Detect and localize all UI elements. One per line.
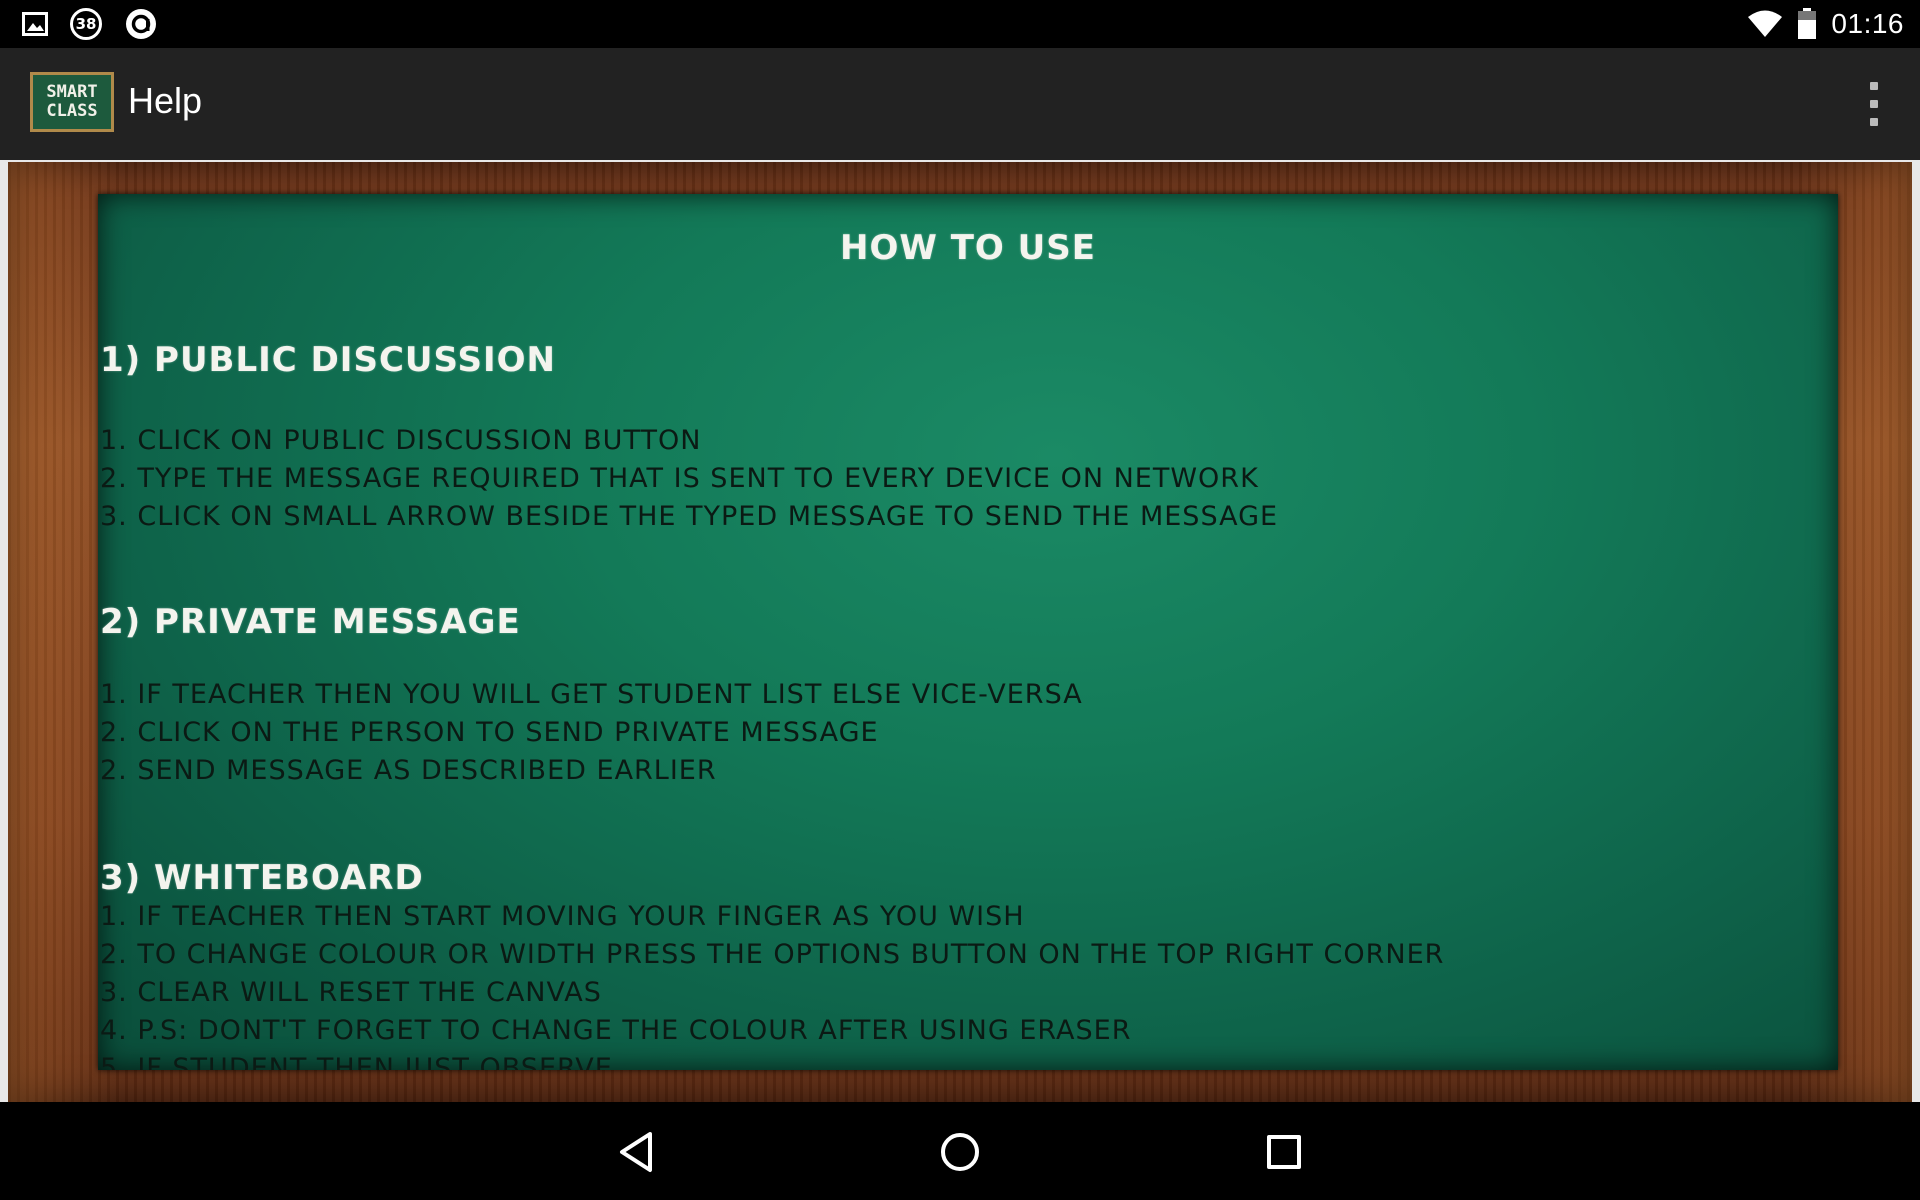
notification-count-badge: 38 — [70, 8, 102, 40]
section-heading-whiteboard: 3) WHITEBOARD — [100, 858, 424, 898]
gallery-icon — [22, 12, 48, 36]
list-item: 5. IF STUDENT THEN JUST OBSERVE — [100, 1053, 613, 1070]
list-item: 2. SEND MESSAGE AS DESCRIBED EARLIER — [100, 755, 717, 786]
wifi-icon — [1747, 10, 1783, 38]
app-logo-line-1: SMART — [46, 82, 98, 102]
chalkboard-frame: HOW TO USE 1) PUBLIC DISCUSSION 1. CLICK… — [8, 162, 1912, 1102]
home-icon[interactable] — [930, 1124, 990, 1180]
menu-dot — [1870, 100, 1878, 108]
list-item: 3. CLICK ON SMALL ARROW BESIDE THE TYPED… — [100, 501, 1279, 532]
navigation-bar — [0, 1102, 1920, 1200]
list-item: 2. CLICK ON THE PERSON TO SEND PRIVATE M… — [100, 717, 879, 748]
list-item: 2. TYPE THE MESSAGE REQUIRED THAT IS SEN… — [100, 463, 1259, 494]
recents-icon[interactable] — [1254, 1124, 1314, 1180]
menu-dot — [1870, 82, 1878, 90]
app-logo: SMART CLASS — [30, 72, 114, 132]
list-item: 1. IF TEACHER THEN YOU WILL GET STUDENT … — [100, 679, 1083, 710]
list-item: 1. IF TEACHER THEN START MOVING YOUR FIN… — [100, 901, 1025, 932]
steps-public-discussion: 1. CLICK ON PUBLIC DISCUSSION BUTTON 2. … — [100, 422, 1278, 536]
help-content[interactable]: HOW TO USE 1) PUBLIC DISCUSSION 1. CLICK… — [0, 162, 1920, 1102]
list-item: 3. CLEAR WILL RESET THE CANVAS — [100, 977, 602, 1008]
steps-whiteboard: 1. IF TEACHER THEN START MOVING YOUR FIN… — [100, 898, 1444, 1070]
status-bar: 38 01:16 — [0, 0, 1920, 48]
list-item: 2. TO CHANGE COLOUR OR WIDTH PRESS THE O… — [100, 939, 1445, 970]
section-heading-public-discussion: 1) PUBLIC DISCUSSION — [100, 340, 556, 380]
page-title: Help — [128, 80, 203, 121]
menu-dot — [1870, 118, 1878, 126]
overflow-menu-icon[interactable] — [1862, 82, 1886, 126]
list-item: 1. CLICK ON PUBLIC DISCUSSION BUTTON — [100, 425, 702, 456]
app-logo-line-2: CLASS — [46, 101, 98, 121]
chalkboard: HOW TO USE 1) PUBLIC DISCUSSION 1. CLICK… — [98, 194, 1838, 1070]
steps-private-message: 1. IF TEACHER THEN YOU WILL GET STUDENT … — [100, 676, 1083, 790]
list-item: 4. P.S: DONT'T FORGET TO CHANGE THE COLO… — [100, 1015, 1132, 1046]
action-bar: SMART CLASS Help — [0, 48, 1920, 160]
app-notification-icon — [124, 7, 158, 41]
board-title: HOW TO USE — [840, 228, 1096, 268]
section-heading-private-message: 2) PRIVATE MESSAGE — [100, 602, 521, 642]
battery-icon — [1797, 8, 1817, 40]
back-icon[interactable] — [606, 1124, 666, 1180]
clock: 01:16 — [1831, 8, 1904, 39]
